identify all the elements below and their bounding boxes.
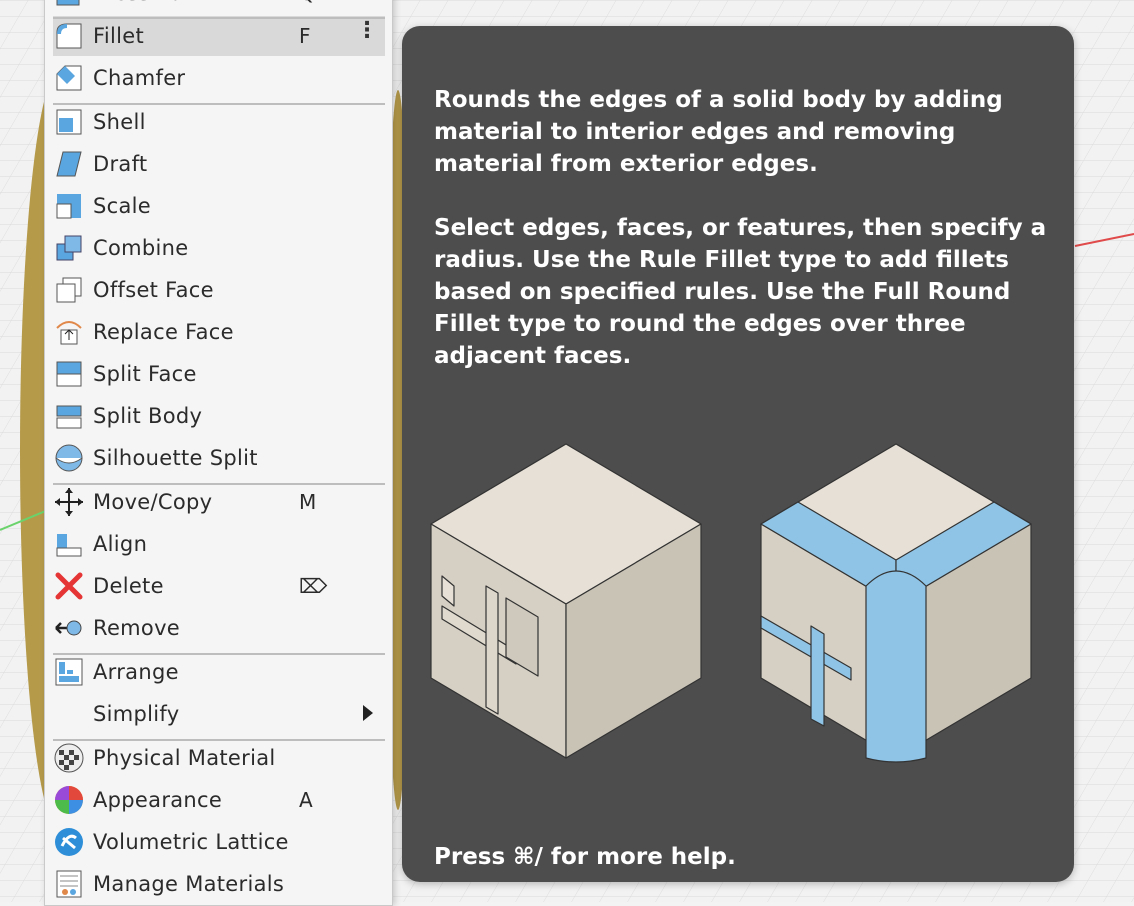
menu-item-label: Appearance	[93, 788, 223, 812]
menu-item-simplify[interactable]: Simplify	[53, 694, 385, 734]
menu-item-fillet[interactable]: Fillet F ⋮	[53, 16, 385, 56]
menu-item-label: Shell	[93, 110, 146, 134]
menu-item-shortcut: F	[299, 24, 311, 48]
menu-item-arrange[interactable]: Arrange	[53, 652, 385, 692]
menu-item-label: Split Face	[93, 362, 197, 386]
split-body-icon	[53, 400, 85, 432]
tooltip-description: Rounds the edges of a solid body by addi…	[434, 87, 1003, 177]
menu-item-label: Replace Face	[93, 320, 234, 344]
menu-separator	[53, 103, 385, 105]
menu-item-label: Silhouette Split	[93, 446, 258, 470]
menu-item-volumetric-lattice[interactable]: Volumetric Lattice	[53, 822, 385, 862]
menu-item-replace-face[interactable]: Replace Face	[53, 312, 385, 352]
more-options-icon[interactable]: ⋮	[356, 18, 378, 43]
chamfer-icon	[53, 62, 85, 94]
shell-icon	[53, 106, 85, 138]
menu-separator	[53, 17, 385, 19]
menu-item-split-face[interactable]: Split Face	[53, 354, 385, 394]
fillet-icon	[53, 20, 85, 52]
volumetric-lattice-icon	[53, 826, 85, 858]
menu-item-move-copy[interactable]: Move/Copy M	[53, 482, 385, 522]
menu-item-shortcut: Q	[299, 0, 315, 5]
menu-item-scale[interactable]: Scale	[53, 186, 385, 226]
menu-item-label: Volumetric Lattice	[93, 830, 289, 854]
menu-item-label: Manage Materials	[93, 872, 285, 896]
menu-item-shortcut: ⌦	[299, 574, 328, 598]
menu-item-offset-face[interactable]: Offset Face	[53, 270, 385, 310]
replace-face-icon	[53, 316, 85, 348]
menu-separator	[53, 739, 385, 741]
split-face-icon	[53, 358, 85, 390]
cube-before-fillet	[430, 443, 702, 759]
menu-item-label: Simplify	[93, 702, 180, 726]
offset-face-icon	[53, 274, 85, 306]
menu-item-label: Draft	[93, 152, 148, 176]
menu-item-label: Delete	[93, 574, 164, 598]
menu-item-chamfer[interactable]: Chamfer	[53, 58, 385, 98]
scale-icon	[53, 190, 85, 222]
manage-materials-icon	[53, 868, 85, 900]
menu-item-remove[interactable]: Remove	[53, 608, 385, 648]
menu-item-label: Chamfer	[93, 66, 186, 90]
press-pull-icon	[53, 0, 85, 9]
fillet-illustration	[430, 443, 1032, 763]
menu-item-split-body[interactable]: Split Body	[53, 396, 385, 436]
menu-item-label: Scale	[93, 194, 151, 218]
menu-separator	[53, 653, 385, 655]
combine-icon	[53, 232, 85, 264]
fillet-tooltip: Rounds the edges of a solid body by addi…	[402, 26, 1074, 882]
arrange-icon	[53, 656, 85, 688]
menu-item-manage-materials[interactable]: Manage Materials	[53, 864, 385, 904]
silhouette-split-icon	[53, 442, 85, 474]
tooltip-instructions: Select edges, faces, or features, then s…	[434, 215, 1047, 369]
menu-item-label: Arrange	[93, 660, 179, 684]
menu-separator	[53, 483, 385, 485]
submenu-arrow-icon	[361, 703, 375, 728]
menu-item-label: Remove	[93, 616, 181, 640]
menu-item-label: Combine	[93, 236, 189, 260]
menu-item-label: Press Pull	[93, 0, 385, 5]
remove-icon	[53, 612, 85, 644]
appearance-icon	[53, 784, 85, 816]
menu-item-label: Split Body	[93, 404, 203, 428]
delete-icon	[53, 570, 85, 602]
move-icon	[53, 486, 85, 518]
menu-item-silhouette-split[interactable]: Silhouette Split	[53, 438, 385, 478]
tooltip-help-hint: Press ⌘/ for more help.	[434, 844, 736, 870]
menu-item-label: Physical Material	[93, 746, 276, 770]
menu-item-combine[interactable]: Combine	[53, 228, 385, 268]
menu-item-press-pull[interactable]: Press PullQ	[53, 0, 385, 13]
menu-item-label: Offset Face	[93, 278, 214, 302]
menu-item-label: Fillet	[93, 24, 145, 48]
cube-after-fillet	[760, 443, 1032, 763]
menu-item-icon-placeholder	[53, 698, 85, 730]
menu-item-label: Move/Copy	[93, 490, 213, 514]
menu-item-appearance[interactable]: Appearance A	[53, 780, 385, 820]
modify-menu: Press PullQ Fillet F ⋮ Chamfer Shell Draft Scal…	[44, 0, 393, 906]
physical-material-icon	[53, 742, 85, 774]
menu-item-shell[interactable]: Shell	[53, 102, 385, 142]
menu-item-align[interactable]: Align	[53, 524, 385, 564]
menu-item-delete[interactable]: Delete ⌦	[53, 566, 385, 606]
menu-item-shortcut: M	[299, 490, 317, 514]
menu-item-shortcut: A	[299, 788, 313, 812]
draft-icon	[53, 148, 85, 180]
menu-item-label: Align	[93, 532, 148, 556]
menu-item-physical-material[interactable]: Physical Material	[53, 738, 385, 778]
menu-item-draft[interactable]: Draft	[53, 144, 385, 184]
align-icon	[53, 528, 85, 560]
